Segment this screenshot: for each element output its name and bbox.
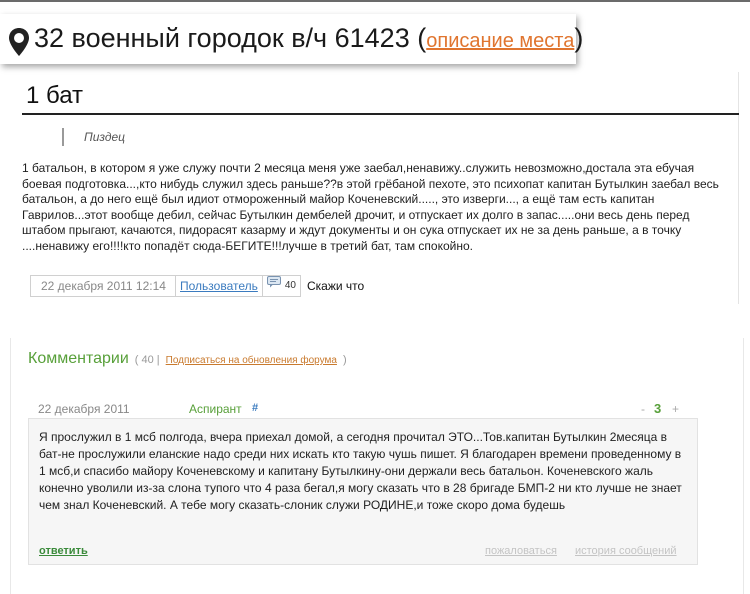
post-date: 22 декабря 2011 12:14 <box>30 275 176 297</box>
comment-count: 40 <box>284 280 296 291</box>
comment-box: Я прослужил в 1 мсб полгода, вчера приех… <box>28 418 698 565</box>
subscribe-link[interactable]: Подписаться на обновления форума <box>166 355 337 366</box>
comment-score: 3 <box>654 401 662 416</box>
map-pin-icon <box>8 26 30 65</box>
post-card: 1 бат Пиздец 1 батальон, в котором я уже… <box>12 72 739 304</box>
comments-section: Комментарии ( 40 | Подписаться на обновл… <box>10 338 744 594</box>
vote-up-button[interactable]: + <box>672 402 679 416</box>
comment-count-badge[interactable]: 40 <box>262 275 301 297</box>
comments-count-close: ) <box>342 354 347 366</box>
close-paren: ) <box>574 23 584 53</box>
post-meta: 22 декабря 2011 12:14 Пользователь 40 Ск… <box>30 275 364 297</box>
comments-title: Комментарии <box>28 350 129 367</box>
comment-permalink[interactable]: # <box>252 402 258 414</box>
message-history-link[interactable]: история сообщений <box>575 545 677 557</box>
report-link[interactable]: пожаловаться <box>485 545 557 557</box>
comment-date: 22 декабря 2011 <box>38 402 130 416</box>
comment-author[interactable]: Аспирант <box>189 402 242 416</box>
place-name: 32 военный городок в/ч 61423 <box>34 23 410 53</box>
place-description-link[interactable]: описание места <box>426 30 574 52</box>
quote-bar <box>62 128 64 146</box>
open-paren: ( <box>417 23 427 53</box>
post-title: 1 бат <box>26 82 84 109</box>
vote-down-button[interactable]: - <box>641 402 645 416</box>
comments-header: Комментарии ( 40 | Подписаться на обновл… <box>28 350 347 368</box>
title-divider <box>22 113 739 115</box>
comments-count: ( 40 | <box>134 354 160 366</box>
post-body: 1 батальон, в котором я уже служу почти … <box>22 161 719 253</box>
top-border <box>0 0 750 2</box>
comment-text: Я прослужил в 1 мсб полгода, вчера приех… <box>39 430 682 512</box>
post-quote: Пиздец <box>84 130 125 144</box>
comment-bubble-icon <box>266 276 281 296</box>
post-author-link[interactable]: Пользователь <box>176 275 263 297</box>
reply-link[interactable]: ответить <box>39 545 88 557</box>
say-something[interactable]: Скажи что <box>301 279 364 293</box>
place-header: 32 военный городок в/ч 61423 (описание м… <box>0 14 583 65</box>
section-gap <box>0 310 750 338</box>
place-title: 32 военный городок в/ч 61423 (описание м… <box>34 23 583 54</box>
